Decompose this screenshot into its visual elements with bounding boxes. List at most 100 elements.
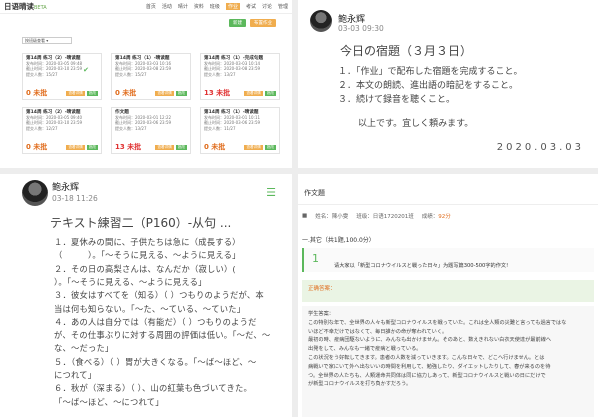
post-closing: 以上です。宜しく頼みます。 (358, 119, 474, 129)
class-filter-select[interactable]: 按班级查看 ▾ (22, 37, 72, 44)
exercise-line: 当は何も知らない。「～た、～ている、～ていた」 (54, 303, 246, 314)
post-line: ３．続けて録音を聴くこと。 (338, 95, 456, 105)
exercise-line: ４．あの人は自分では（有能だ）（ ）つもりのようだ (54, 316, 257, 327)
card-ungraded-count: 0 未批 (26, 89, 48, 97)
action-buttons: 新建 布置作业 (229, 19, 276, 27)
page-title: 作文題 (304, 189, 325, 197)
grade-button[interactable]: 批改 (86, 91, 98, 96)
homework-card[interactable]: 第14周 练习（2）-晴读题 发布时间：2020-03-05 09:40 截止时间：… (22, 107, 102, 154)
card-submissions: 提交人数：15/27 (115, 71, 147, 77)
question-number: 1 (312, 252, 319, 265)
student-answer-line: いほど不幸だけではなくて、毎日誰かの命が奪われていく。 (308, 328, 448, 335)
card-submissions: 提交人数：11/27 (204, 125, 236, 131)
post-sign-date: 2020.03.03 (496, 142, 584, 153)
menu-icon[interactable]: ☰ (266, 186, 276, 199)
card-submissions: 提交人数：13/27 (204, 71, 236, 77)
post-time: 03-03 09:30 (338, 24, 384, 33)
student-answer-line: が新型コロナウイルスを打ち負かすだろう。 (308, 381, 412, 388)
card-ungraded-count: 13 未批 (204, 89, 231, 97)
homework-card[interactable]: 第14周 练习（2）-晴读题 发布时间：2020-03-05 09:48 截止时间：… (22, 53, 102, 100)
top-bar: 日语晴读BETA 首页 活动 晴计 资料 班级 作业 考试 讨论 管理 (0, 0, 292, 14)
score-value: 92分 (438, 214, 451, 220)
student-answer-line: 最初の時、疫病団駆ないように、みんなも出かけません。そのあと、数えきれない白衣天… (308, 337, 552, 344)
homework-card[interactable]: 作文题 发布时间：2020-03-01 12:22 截止时间：2020-03-06 … (111, 107, 191, 154)
grade-button[interactable]: 批改 (264, 145, 276, 150)
post-line: １．「作业」で配布した宿題を完成すること。 (338, 67, 523, 77)
exercise-line: な、～だった」 (54, 343, 114, 354)
main-nav: 首页 活动 晴计 资料 班级 作业 考试 讨论 管理 (146, 3, 288, 10)
student-answer-line: この状況をう好転してきます。患者の人数を減っていきます。こんな日々で、どこへ行け… (308, 354, 545, 361)
student-answer-line: つ。全世界の人たちも、人類運命共同体は同に協力しあって、新型コロナウイルスと戦い… (308, 372, 546, 379)
nav-item[interactable]: 晴计 (178, 3, 188, 10)
correct-answer-box: 正确答案： (302, 280, 594, 302)
section-title: 一.其它（共1题,100.0分） (302, 237, 375, 244)
avatar[interactable] (310, 10, 332, 32)
nav-item[interactable]: 作业 (225, 3, 240, 10)
card-ungraded-count: 0 未批 (26, 143, 48, 151)
student-answer-box: 学生答案： この特別な年で、全世界の人々も新型コロナウイルスを戦っていた。これは… (302, 306, 594, 417)
post-title: テキスト練習二（P160）-从句 ... (50, 216, 232, 230)
view-details-button[interactable]: 查看详情 (66, 145, 85, 150)
question-box: 1 请大家以「新型コロナウイルスと戦った日々」为题写篇300-500字的作文! (302, 248, 594, 272)
grade-button[interactable]: 批改 (175, 145, 187, 150)
homework-dashboard-panel: 日语晴读BETA 首页 活动 晴计 资料 班级 作业 考试 讨论 管理 新建 布置作业 按班级查… (0, 0, 292, 168)
check-icon: ✔ (83, 66, 89, 74)
logo[interactable]: 日语晴读BETA (4, 1, 47, 12)
card-ungraded-count: 0 未批 (115, 89, 137, 97)
nav-item[interactable]: 班级 (210, 3, 220, 10)
nav-item[interactable]: 考试 (246, 3, 256, 10)
exercise-line: （ ）。「～そうに見える、～ように見える」 (54, 250, 241, 261)
exercise-line: が、その仕事ぶりに対する周囲の評価は低い。「～だ、～ (54, 330, 271, 341)
exercise-line: ２．その日の高梨さんは、なんだか（寂しい）( (54, 263, 236, 274)
grade-button[interactable]: 批改 (264, 91, 276, 96)
grade-button[interactable]: 批改 (86, 145, 98, 150)
post-title: 今日の宿題（３月３日） (340, 44, 473, 58)
assign-homework-button[interactable]: 布置作业 (250, 19, 276, 27)
new-button[interactable]: 新建 (229, 19, 246, 27)
card-submissions: 提交人数：12/27 (26, 125, 58, 131)
exercise-line: ６．秋が（深まる）（ ）、山の紅葉も色づいてきた。 (54, 383, 252, 394)
student-answer-line: この特別な年で、全世界の人々も新型コロナウイルスを戦っていた。これは全人類の災難… (308, 319, 567, 326)
exercise-line: ）。「～そうに見える、～ように見える」 (54, 276, 207, 287)
announcement-post-panel: 鲍永辉 03-03 09:30 今日の宿題（３月３日） １．「作业」で配布した宿… (298, 0, 598, 168)
exercise-line: ５．（食べる）（ ）胃が大きくなる。「～ば～ほど、～ (54, 356, 257, 367)
view-details-button[interactable]: 查看详情 (66, 91, 85, 96)
exercise-line: 「～ば～ほど、～につれて」 (54, 396, 164, 407)
card-submissions: 提交人数：13/27 (115, 125, 147, 131)
student-answer-line: 出発をして、みんなも一緒で疫病と戦っている。 (308, 346, 422, 353)
view-details-button[interactable]: 查看详情 (155, 91, 174, 96)
view-details-button[interactable]: 查看详情 (244, 91, 263, 96)
homework-card[interactable]: 第14周 练习（1）-晴读题 发布时间：2020-03-01 10:11 截止时间：… (200, 107, 280, 154)
view-details-button[interactable]: 查看详情 (244, 145, 263, 150)
score-label: 成绩：92分 (421, 214, 451, 220)
nav-item[interactable]: 活动 (162, 3, 172, 10)
post-line: ２．本文の朗読、進出語の暗記をすること。 (338, 81, 519, 91)
homework-card[interactable]: 第14周 练习（1）-完成句题 发布时间：2020-03-03 10:14 截止时间… (200, 53, 280, 100)
divider (298, 204, 598, 205)
student-name: 姓名：陳小雯 (315, 214, 349, 220)
exercise-line: ３．彼女はすべてを（知る）（ ）つもりのようだが、本 (54, 290, 264, 301)
question-text: 请大家以「新型コロナウイルスと戦った日々」为题写篇300-500字的作文! (334, 263, 509, 269)
card-ungraded-count: 0 未批 (204, 143, 226, 151)
post-time: 03-18 11:26 (52, 194, 98, 203)
nav-item[interactable]: 资料 (194, 3, 204, 10)
correct-answer-label: 正确答案： (308, 286, 336, 292)
homework-card[interactable]: 第14周 练习（1）-晴读题 发布时间：2020-03-03 10:16 截止时间：… (111, 53, 191, 100)
essay-grading-panel: 作文題 ■ 姓名：陳小雯 班级：日语1720201班 成绩：92分 一.其它（共… (298, 174, 598, 417)
grade-button[interactable]: 批改 (175, 91, 187, 96)
view-details-button[interactable]: 查看详情 (155, 145, 174, 150)
student-meta: ■ 姓名：陳小雯 班级：日语1720201班 成绩：92分 (302, 212, 451, 220)
exercise-line: １．夏休みの間に、子供たちは急に（成長する） (54, 237, 241, 247)
nav-item[interactable]: 管理 (278, 3, 288, 10)
student-answer-label: 学生答案： (308, 311, 334, 317)
nav-item[interactable]: 讨论 (262, 3, 272, 10)
nav-item[interactable]: 首页 (146, 3, 156, 10)
exercise-post-panel: 鲍永辉 03-18 11:26 ☰ テキスト練習二（P160）-从句 ... １… (0, 174, 292, 417)
exercise-line: につれて」 (54, 370, 97, 380)
card-ungraded-count: 13 未批 (115, 143, 142, 151)
student-class: 班级：日语1720201班 (356, 214, 414, 220)
author-name: 鲍永辉 (52, 183, 80, 193)
student-answer-line: 病戦いで家にいて外へ出ないいの時間を利用して、勉強したり、ダイエットしたりして、… (308, 363, 551, 370)
avatar[interactable] (22, 180, 48, 206)
user-icon: ■ (302, 213, 308, 219)
